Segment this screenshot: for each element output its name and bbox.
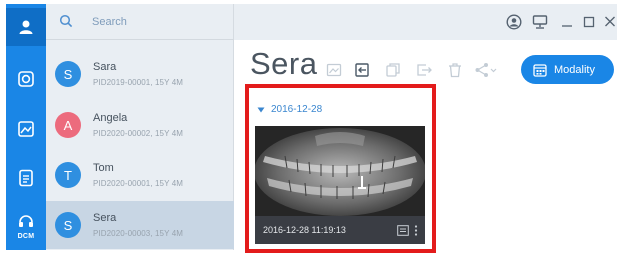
copy-icon[interactable] [385,62,401,78]
maximize-icon[interactable] [583,14,595,30]
thumbnail-datetime: 2016-12-28 11:19:13 [263,225,346,235]
nav-report-button[interactable] [6,159,46,197]
patient-row-selected[interactable]: S Sera PID2020-00003, 15Y 4M [46,201,234,249]
search-icon[interactable] [59,14,73,28]
modality-button[interactable]: Modality [521,55,614,84]
share-icon[interactable] [474,62,498,78]
monitor-icon[interactable] [532,14,548,30]
more-icon[interactable] [414,225,418,236]
minimize-icon[interactable] [561,14,573,30]
nav-rail: DCM [6,4,46,250]
nav-gallery-button[interactable] [6,110,46,148]
patient-row[interactable]: S Sara PID2019-00001, 15Y 4M [46,50,234,98]
avatar: S [55,61,81,87]
patient-id: PID2020-00003, 15Y 4M [93,229,184,238]
close-icon[interactable] [604,14,616,30]
nav-dcm-button[interactable]: DCM [6,207,46,245]
import-icon[interactable] [354,62,370,78]
report-icon[interactable] [397,225,409,236]
panoramic-xray-image [255,126,425,216]
patient-name: Angela [93,112,128,124]
search-bar [46,4,234,40]
avatar: T [55,162,81,188]
trash-icon[interactable] [447,62,463,78]
calendar-icon [533,63,547,77]
patient-row[interactable]: T Tom PID2020-00001, 15Y 4M [46,151,234,199]
patient-id: PID2019-00001, 15Y 4M [93,78,184,87]
dcm-label: DCM [17,233,35,240]
image-thumbnail[interactable]: 2016-12-28 11:19:13 [255,126,425,244]
patient-name: Tom [93,162,114,174]
date-group-label: 2016-12-28 [271,104,323,115]
patient-name: Sara [93,61,117,73]
patient-id: PID2020-00001, 15Y 4M [93,179,184,188]
export-icon[interactable] [416,62,434,78]
thumbnail-footer: 2016-12-28 11:19:13 [255,216,425,244]
nav-capture-button[interactable] [6,60,46,98]
image-icon[interactable] [326,62,342,78]
camera-icon [18,71,34,87]
gallery-icon [18,121,34,137]
document-icon [19,169,33,187]
nav-patients-button[interactable] [6,8,46,46]
patient-name: Sera [93,212,117,224]
patient-list-pane: S Sara PID2019-00001, 15Y 4M A Angela PI… [46,4,234,250]
patient-id: PID2020-00002, 15Y 4M [93,129,184,138]
avatar: A [55,112,81,138]
chevron-down-icon [257,107,265,112]
dcm-icon [19,215,33,227]
title-bar [234,4,617,40]
account-icon[interactable] [506,14,522,30]
avatar: S [55,212,81,238]
user-icon [19,20,33,34]
patient-row[interactable]: A Angela PID2020-00002, 15Y 4M [46,101,234,149]
search-input[interactable] [92,14,222,30]
modality-label: Modality [554,63,595,76]
page-title: Sera [250,46,318,81]
date-group-header[interactable]: 2016-12-28 [257,104,322,115]
